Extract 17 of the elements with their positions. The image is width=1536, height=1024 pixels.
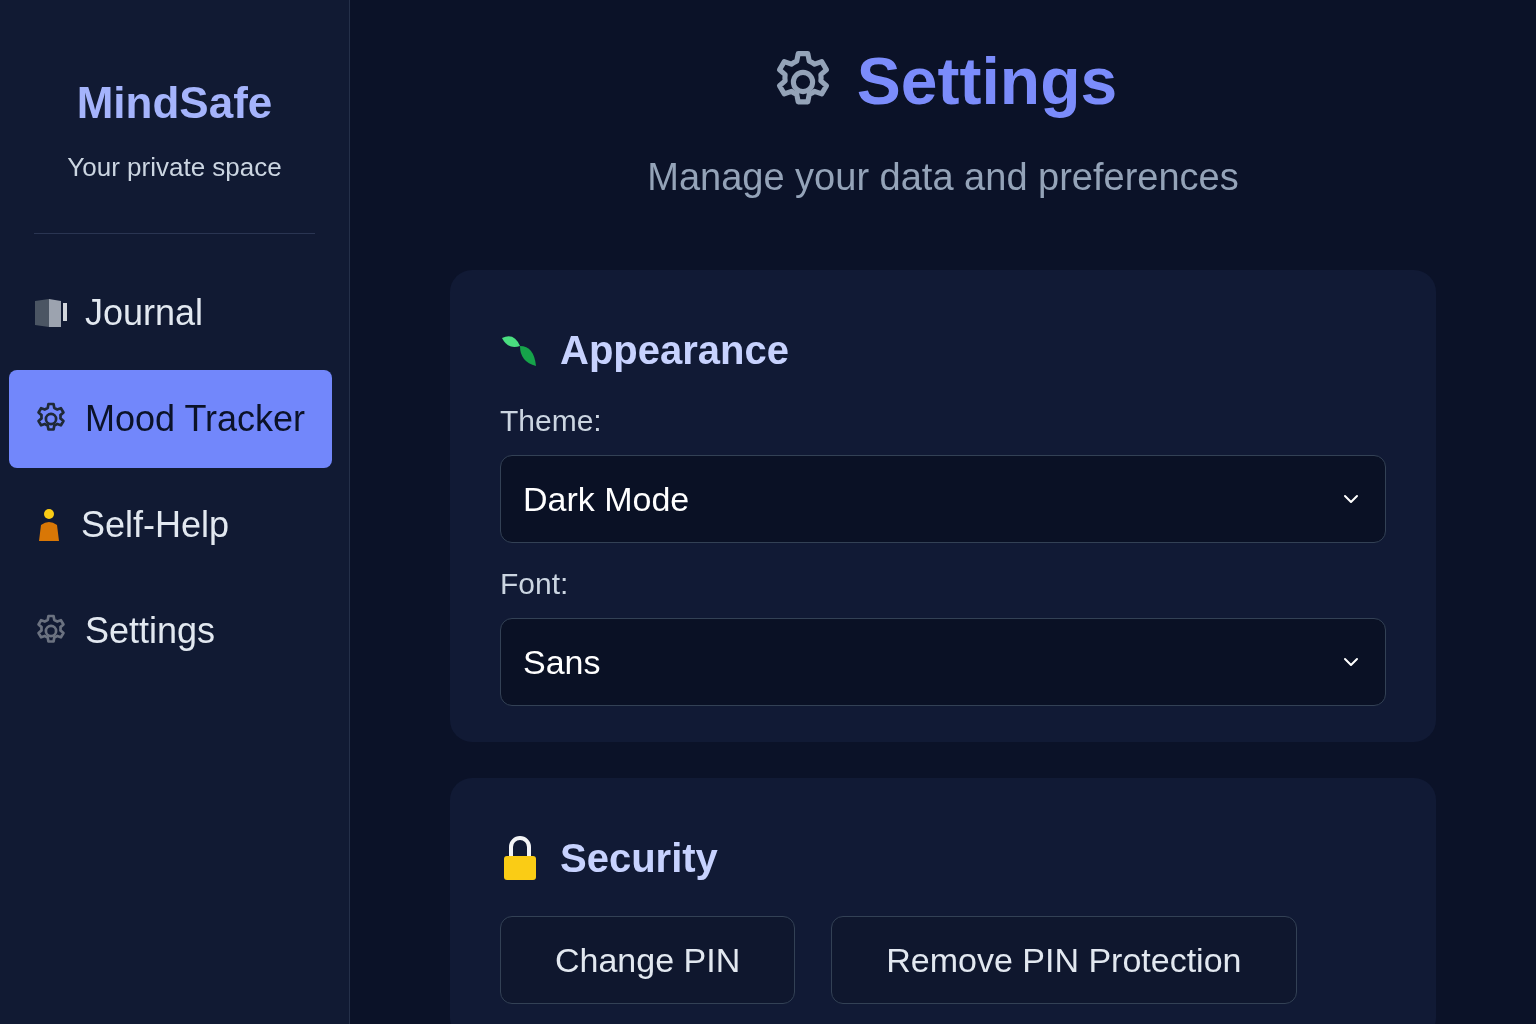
nav-item[interactable]: Settings: [9, 582, 332, 680]
action-button[interactable]: Remove PIN Protection: [831, 916, 1297, 1004]
page-subtitle: Manage your data and preferences: [647, 155, 1239, 200]
field-label: Theme:: [500, 403, 603, 439]
book-icon: [33, 297, 69, 329]
nav-item[interactable]: Mood Tracker: [9, 370, 332, 468]
page-title: Settings: [856, 43, 1118, 120]
field-label: Font:: [500, 566, 570, 602]
select-field[interactable]: Sans: [500, 618, 1386, 706]
nav-item[interactable]: Self-Help: [9, 476, 332, 574]
select-field[interactable]: Dark Mode: [500, 455, 1386, 543]
nav-item[interactable]: Journal: [9, 264, 332, 362]
action-button[interactable]: Change PIN: [500, 916, 796, 1004]
section-title: Security: [560, 835, 718, 882]
app-name: MindSafe: [75, 77, 274, 129]
section-title: Appearance: [560, 327, 789, 374]
tagline: Your private space: [66, 151, 283, 184]
